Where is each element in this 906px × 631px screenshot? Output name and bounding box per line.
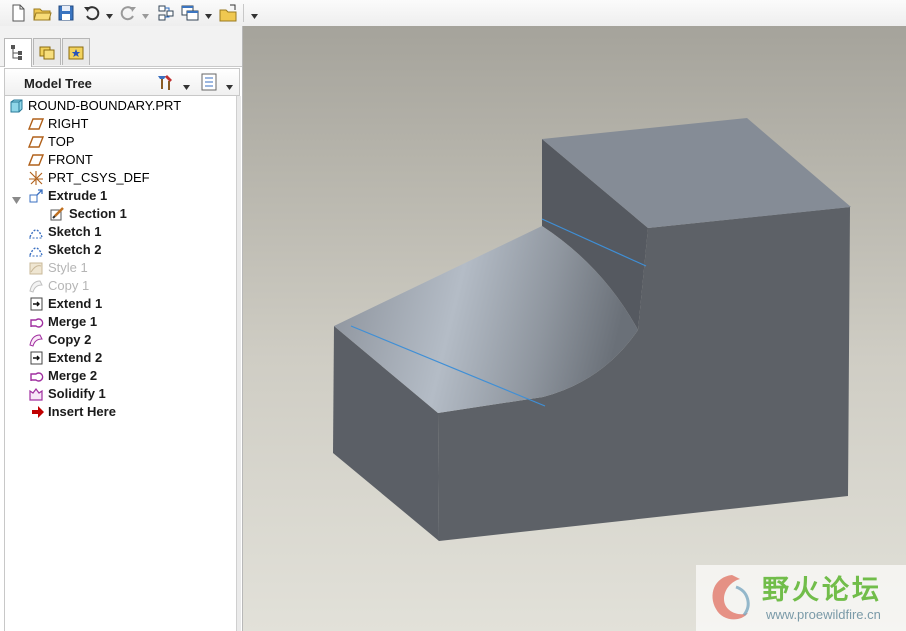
watermark-title: 野火论坛 xyxy=(762,575,882,606)
toolbar-more-icon[interactable] xyxy=(251,9,258,19)
navigator-tabs xyxy=(0,26,242,67)
tree-item-top[interactable]: TOP xyxy=(5,133,235,151)
folder-browser-icon xyxy=(39,46,55,60)
tree-item-merge-2[interactable]: Merge 2 xyxy=(5,367,235,385)
insert-arrow-icon xyxy=(30,404,46,420)
model-tree: ROUND-BOUNDARY.PRT RIGHT TOP FRONT PRT_C… xyxy=(4,96,237,631)
tree-item-style-1[interactable]: Style 1 xyxy=(5,259,235,277)
sketch-icon xyxy=(28,242,44,258)
part-icon xyxy=(8,98,24,114)
working-directory-icon[interactable] xyxy=(218,3,238,23)
datum-plane-icon xyxy=(27,134,45,150)
merge-icon xyxy=(28,314,44,330)
merge-icon xyxy=(28,368,44,384)
list-icon[interactable] xyxy=(199,72,219,92)
redo-icon[interactable] xyxy=(118,3,138,23)
section-icon xyxy=(49,206,65,222)
save-icon[interactable] xyxy=(56,3,76,23)
extend-icon xyxy=(28,350,44,366)
undo-dropdown-icon[interactable] xyxy=(106,9,113,19)
favorites-icon xyxy=(68,46,84,60)
copy-icon xyxy=(28,332,44,348)
tree-item-sketch-2[interactable]: Sketch 2 xyxy=(5,241,235,259)
tools-icon[interactable] xyxy=(155,72,175,92)
tree-item-front[interactable]: FRONT xyxy=(5,151,235,169)
model-tree-icon xyxy=(11,45,22,60)
sketch-icon xyxy=(28,224,44,240)
extrude-icon xyxy=(28,188,44,204)
graphics-window[interactable]: 野火论坛 www.proewildfire.cn xyxy=(243,26,906,631)
redo-dropdown-icon[interactable] xyxy=(142,9,149,19)
tree-item-merge-1[interactable]: Merge 1 xyxy=(5,313,235,331)
tree-item-section-1[interactable]: Section 1 xyxy=(5,205,235,223)
regenerate-icon[interactable] xyxy=(156,3,176,23)
tree-item-prt-csys-def[interactable]: PRT_CSYS_DEF xyxy=(5,169,235,187)
folder-browser-tab[interactable] xyxy=(33,38,61,65)
main-toolbar xyxy=(0,0,906,27)
solidify-icon xyxy=(28,386,44,402)
undo-icon[interactable] xyxy=(82,3,102,23)
style-icon xyxy=(28,260,44,276)
navigator-panel: Model Tree ROUND-BOUNDARY.PRT RIGHT TOP xyxy=(0,26,243,631)
model-tree-tab[interactable] xyxy=(4,38,32,67)
list-dropdown-icon[interactable] xyxy=(226,79,233,90)
open-folder-icon[interactable] xyxy=(32,3,52,23)
tree-item-copy-2[interactable]: Copy 2 xyxy=(5,331,235,349)
model-tree-header: Model Tree xyxy=(4,68,240,96)
tree-item-right[interactable]: RIGHT xyxy=(5,115,235,133)
tree-item-extend-1[interactable]: Extend 1 xyxy=(5,295,235,313)
window-dropdown-icon[interactable] xyxy=(205,9,212,19)
tree-item-extrude-1[interactable]: Extrude 1 xyxy=(5,187,235,205)
watermark-url: www.proewildfire.cn xyxy=(766,607,881,622)
collapse-triangle-icon[interactable] xyxy=(12,192,21,204)
tools-dropdown-icon[interactable] xyxy=(183,79,190,90)
tree-item-extend-2[interactable]: Extend 2 xyxy=(5,349,235,367)
3d-part-model[interactable] xyxy=(243,26,906,631)
datum-plane-icon xyxy=(27,116,45,132)
extend-icon xyxy=(28,296,44,312)
panel-splitter[interactable] xyxy=(236,96,241,631)
tree-item-solidify-1[interactable]: Solidify 1 xyxy=(5,385,235,403)
watermark: 野火论坛 www.proewildfire.cn xyxy=(696,565,906,631)
new-file-icon[interactable] xyxy=(8,3,28,23)
copy-icon xyxy=(28,278,44,294)
watermark-logo-icon xyxy=(712,575,750,620)
datum-plane-icon xyxy=(27,152,45,168)
tree-item-round-boundary-prt[interactable]: ROUND-BOUNDARY.PRT xyxy=(5,97,235,115)
window-icon[interactable] xyxy=(180,3,200,23)
tree-item-insert-here[interactable]: Insert Here xyxy=(5,403,235,421)
toolbar-separator xyxy=(243,4,244,22)
model-tree-title: Model Tree xyxy=(24,76,92,91)
tree-item-sketch-1[interactable]: Sketch 1 xyxy=(5,223,235,241)
csys-icon xyxy=(28,170,44,186)
tree-item-copy-1[interactable]: Copy 1 xyxy=(5,277,235,295)
favorites-tab[interactable] xyxy=(62,38,90,65)
